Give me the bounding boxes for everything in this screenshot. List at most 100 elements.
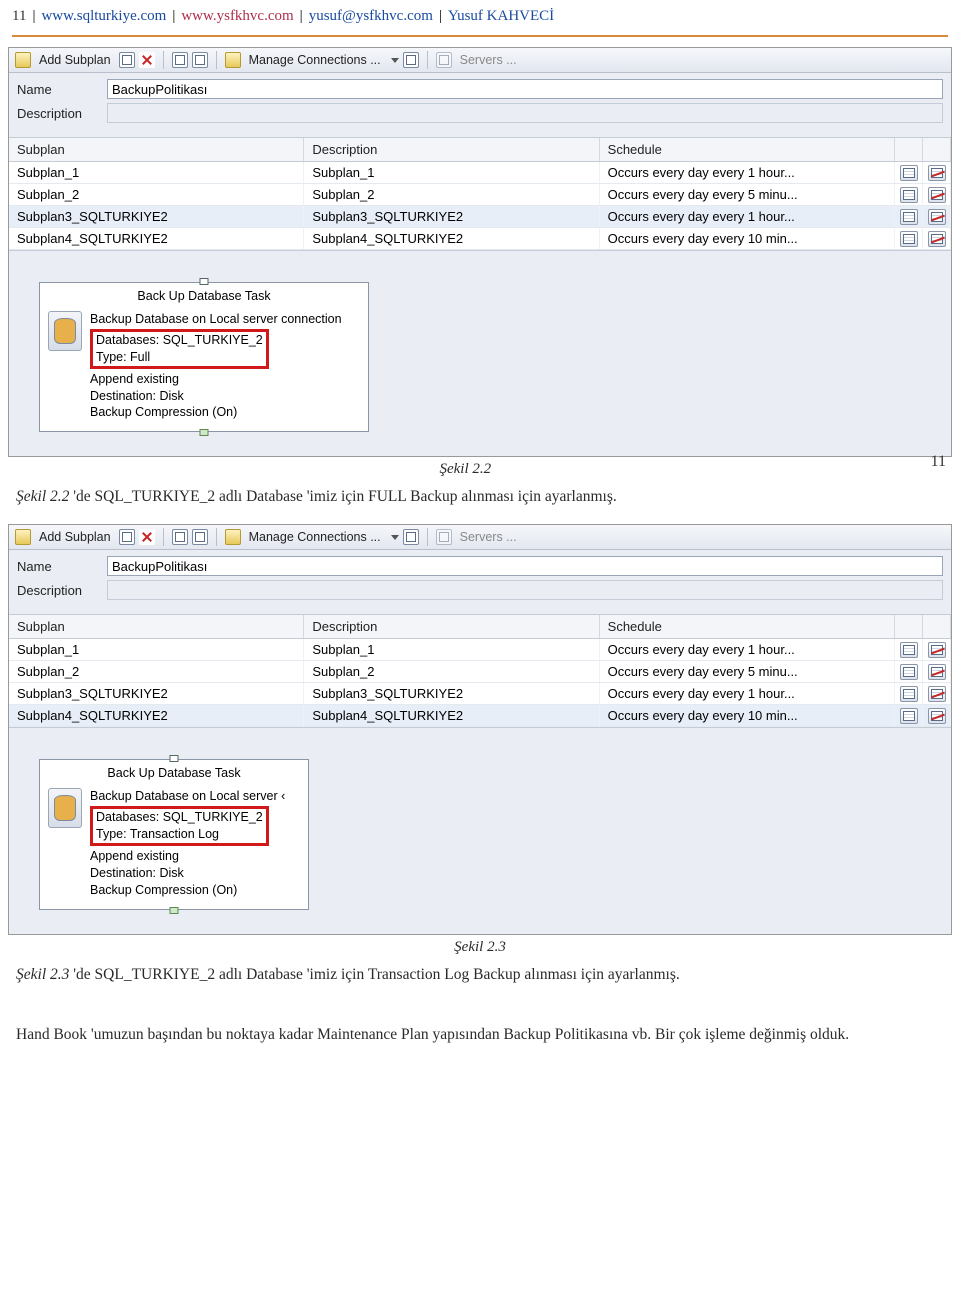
- chevron-down-icon[interactable]: [391, 58, 399, 63]
- cell-description[interactable]: Subplan_2: [304, 184, 599, 205]
- schedule-button-icon[interactable]: [900, 187, 918, 203]
- toolbar: Add Subplan Manage Connections ... Serve…: [9, 525, 951, 550]
- link-ysfkhvc[interactable]: www.ysfkhvc.com: [181, 8, 293, 25]
- col-description[interactable]: Description: [304, 615, 599, 638]
- designer-area[interactable]: Back Up Database Task Backup Database on…: [9, 741, 951, 933]
- remove-schedule-button-icon[interactable]: [928, 642, 946, 658]
- cell-subplan[interactable]: Subplan4_SQLTURKIYE2: [9, 705, 304, 726]
- cell-schedule[interactable]: Occurs every day every 1 hour...: [600, 162, 895, 183]
- add-subplan-button[interactable]: Add Subplan: [35, 53, 115, 67]
- col-subplan[interactable]: Subplan: [9, 615, 304, 638]
- cell-subplan[interactable]: Subplan3_SQLTURKIYE2: [9, 206, 304, 227]
- designer-area[interactable]: Back Up Database Task Backup Database on…: [9, 264, 951, 456]
- add-subplan-icon[interactable]: [15, 529, 31, 545]
- cell-subplan[interactable]: Subplan_2: [9, 661, 304, 682]
- cell-description[interactable]: Subplan_1: [304, 162, 599, 183]
- backup-task-box[interactable]: Back Up Database Task Backup Database on…: [39, 282, 369, 432]
- description-input[interactable]: [107, 580, 943, 600]
- cell-description[interactable]: Subplan3_SQLTURKIYE2: [304, 683, 599, 704]
- cell-schedule[interactable]: Occurs every day every 1 hour...: [600, 206, 895, 227]
- manage-connections-button[interactable]: Manage Connections ...: [245, 53, 385, 67]
- email[interactable]: yusuf@ysfkhvc.com: [309, 8, 433, 25]
- task-line: Destination: Disk: [90, 388, 342, 405]
- cell-description[interactable]: Subplan4_SQLTURKIYE2: [304, 228, 599, 249]
- table-row[interactable]: Subplan4_SQLTURKIYE2Subplan4_SQLTURKIYE2…: [9, 228, 951, 250]
- cell-subplan[interactable]: Subplan_2: [9, 184, 304, 205]
- cell-description[interactable]: Subplan_2: [304, 661, 599, 682]
- connector-in-icon[interactable]: [200, 278, 209, 285]
- col-schedule[interactable]: Schedule: [600, 615, 895, 638]
- table-row[interactable]: Subplan4_SQLTURKIYE2Subplan4_SQLTURKIYE2…: [9, 705, 951, 727]
- remove-schedule-button-icon[interactable]: [928, 708, 946, 724]
- schedule-button-icon[interactable]: [900, 642, 918, 658]
- separator: [216, 528, 217, 546]
- manage-connections-icon[interactable]: [225, 52, 241, 68]
- col-schedule[interactable]: Schedule: [600, 138, 895, 161]
- delete-subplan-icon[interactable]: [139, 529, 155, 545]
- reporting-icon[interactable]: [403, 529, 419, 545]
- delete-subplan-icon[interactable]: [139, 52, 155, 68]
- schedule-icon[interactable]: [172, 529, 188, 545]
- schedule-button-icon[interactable]: [900, 165, 918, 181]
- task-databases: Databases: SQL_TURKIYE_2: [96, 332, 263, 349]
- col-subplan[interactable]: Subplan: [9, 138, 304, 161]
- col-description[interactable]: Description: [304, 138, 599, 161]
- cell-description[interactable]: Subplan4_SQLTURKIYE2: [304, 705, 599, 726]
- connector-out-icon[interactable]: [200, 429, 209, 436]
- cell-schedule[interactable]: Occurs every day every 1 hour...: [600, 683, 895, 704]
- schedule-button-icon[interactable]: [900, 708, 918, 724]
- name-input[interactable]: [107, 556, 943, 576]
- cell-description[interactable]: Subplan_1: [304, 639, 599, 660]
- table-row[interactable]: Subplan3_SQLTURKIYE2Subplan3_SQLTURKIYE2…: [9, 683, 951, 705]
- name-input[interactable]: [107, 79, 943, 99]
- connector-out-icon[interactable]: [170, 907, 179, 914]
- table-row[interactable]: Subplan_2Subplan_2Occurs every day every…: [9, 184, 951, 206]
- grid-header: Subplan Description Schedule: [9, 615, 951, 639]
- schedule-button-icon[interactable]: [900, 231, 918, 247]
- link-sqlturkiye[interactable]: www.sqlturkiye.com: [41, 8, 166, 25]
- schedule-button-icon[interactable]: [900, 664, 918, 680]
- figure-caption: Şekil 2.2: [0, 461, 960, 478]
- add-subplan-icon[interactable]: [15, 52, 31, 68]
- screenshot-1: Add Subplan Manage Connections ... Serve…: [8, 47, 952, 457]
- paragraph-text: 'de SQL_TURKIYE_2 adlı Database 'imiz iç…: [69, 966, 679, 983]
- table-row[interactable]: Subplan_1Subplan_1Occurs every day every…: [9, 639, 951, 661]
- add-subplan-button[interactable]: Add Subplan: [35, 530, 115, 544]
- reporting-icon[interactable]: [403, 52, 419, 68]
- subplan-properties-icon[interactable]: [119, 529, 135, 545]
- remove-schedule-button-icon[interactable]: [928, 686, 946, 702]
- cell-schedule[interactable]: Occurs every day every 10 min...: [600, 705, 895, 726]
- cell-description[interactable]: Subplan3_SQLTURKIYE2: [304, 206, 599, 227]
- connector-in-icon[interactable]: [170, 755, 179, 762]
- cell-subplan[interactable]: Subplan_1: [9, 162, 304, 183]
- cell-schedule[interactable]: Occurs every day every 5 minu...: [600, 661, 895, 682]
- manage-connections-icon[interactable]: [225, 529, 241, 545]
- subplan-properties-icon[interactable]: [119, 52, 135, 68]
- remove-schedule-icon[interactable]: [192, 529, 208, 545]
- remove-schedule-button-icon[interactable]: [928, 231, 946, 247]
- backup-task-box[interactable]: Back Up Database Task Backup Database on…: [39, 759, 309, 909]
- remove-schedule-icon[interactable]: [192, 52, 208, 68]
- cell-schedule[interactable]: Occurs every day every 5 minu...: [600, 184, 895, 205]
- cell-schedule[interactable]: Occurs every day every 10 min...: [600, 228, 895, 249]
- remove-schedule-button-icon[interactable]: [928, 165, 946, 181]
- schedule-icon[interactable]: [172, 52, 188, 68]
- col-btn1: [895, 615, 923, 638]
- description-input[interactable]: [107, 103, 943, 123]
- cell-subplan[interactable]: Subplan_1: [9, 639, 304, 660]
- table-row[interactable]: Subplan_2Subplan_2Occurs every day every…: [9, 661, 951, 683]
- task-databases: Databases: SQL_TURKIYE_2: [96, 809, 263, 826]
- remove-schedule-button-icon[interactable]: [928, 209, 946, 225]
- cell-subplan[interactable]: Subplan4_SQLTURKIYE2: [9, 228, 304, 249]
- manage-connections-button[interactable]: Manage Connections ...: [245, 530, 385, 544]
- separator: [216, 51, 217, 69]
- schedule-button-icon[interactable]: [900, 686, 918, 702]
- chevron-down-icon[interactable]: [391, 535, 399, 540]
- remove-schedule-button-icon[interactable]: [928, 664, 946, 680]
- cell-schedule[interactable]: Occurs every day every 1 hour...: [600, 639, 895, 660]
- cell-subplan[interactable]: Subplan3_SQLTURKIYE2: [9, 683, 304, 704]
- table-row[interactable]: Subplan_1Subplan_1Occurs every day every…: [9, 162, 951, 184]
- remove-schedule-button-icon[interactable]: [928, 187, 946, 203]
- schedule-button-icon[interactable]: [900, 209, 918, 225]
- table-row[interactable]: Subplan3_SQLTURKIYE2Subplan3_SQLTURKIYE2…: [9, 206, 951, 228]
